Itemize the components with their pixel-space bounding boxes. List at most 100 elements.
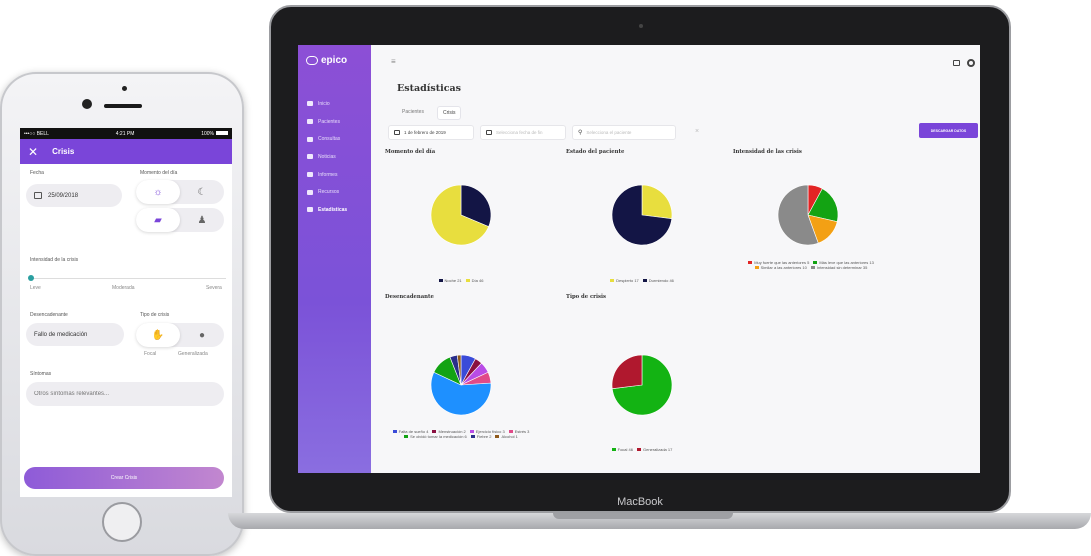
clear-filters-icon[interactable]: × (695, 128, 699, 135)
legend-swatch (495, 435, 500, 439)
sidebar: epico Inicio Pacientes Consultas Noticia… (298, 45, 371, 473)
search-icon: ⚲ (578, 130, 583, 136)
legend-swatch (810, 266, 815, 270)
legend-swatch (470, 435, 475, 439)
date-to-field[interactable]: Selecciona fecha de fin (480, 125, 566, 140)
logo: epico (306, 55, 347, 66)
legend-item[interactable]: Despierto 17 (610, 278, 639, 283)
pie-chart-tipo-de-crisis (611, 354, 673, 416)
laptop-screen: epico Inicio Pacientes Consultas Noticia… (298, 45, 980, 473)
legend-swatch (432, 430, 437, 434)
chart-legend: Despierto 17 Durmiendo 46 (557, 278, 727, 283)
tab-crisis[interactable]: Crisis (436, 106, 462, 120)
estado-sleep-awake-toggle[interactable]: ▰ ♟ (136, 208, 224, 232)
users-icon (307, 119, 313, 125)
legend-swatch (636, 448, 641, 452)
sidebar-item-inicio[interactable]: Inicio (307, 95, 347, 113)
close-icon[interactable]: ✕ (28, 145, 38, 159)
patient-search-field[interactable]: ⚲ Selecciona el paciente (572, 125, 676, 140)
sidebar-item-informes[interactable]: Informes (307, 166, 347, 184)
pie-slice-generalizada[interactable] (611, 354, 643, 390)
pie-chart-desencadenante (430, 354, 492, 416)
sidebar-item-consultas[interactable]: Consultas (307, 130, 347, 148)
generalized-icon[interactable]: ● (180, 323, 224, 347)
legend-swatch (748, 261, 753, 265)
brain-logo-icon (306, 56, 318, 65)
crear-crisis-button[interactable]: Crear Crisis (24, 467, 224, 489)
legend-item[interactable]: Noche 21 (438, 278, 462, 283)
sintomas-input[interactable] (26, 382, 224, 406)
legend-swatch (508, 430, 513, 434)
tipo-option-focal: Focal (144, 351, 157, 357)
sidebar-item-estadisticas[interactable]: Estadísticas (307, 201, 347, 219)
intensidad-level-high: Severa (206, 285, 222, 291)
smartphone: •••○○ BELL 4:21 PM 100% ✕ Crisis Fecha 2… (0, 72, 244, 556)
momento-day-night-toggle[interactable]: ☼ ☾ (136, 180, 224, 204)
legend-item[interactable]: Focal 46 (611, 447, 633, 452)
legend-swatch (611, 448, 616, 452)
speaker-grille (104, 104, 142, 108)
page-title: Estadísticas (397, 83, 462, 94)
legend-label: Noche 21 (444, 278, 462, 283)
legend-label: Focal 46 (617, 447, 633, 452)
legend-item[interactable]: Generalizada 17 (636, 447, 673, 452)
fecha-field[interactable]: 25/09/2018 (26, 184, 122, 207)
date-from-field[interactable]: 1 de febrero de 2019 (388, 125, 474, 140)
intensidad-slider[interactable] (28, 275, 226, 281)
intensidad-level-low: Leve (30, 285, 41, 291)
legend-item[interactable]: Día 46 (465, 278, 483, 283)
legend-swatch (438, 279, 443, 283)
messages-icon[interactable] (953, 60, 960, 66)
legend-item[interactable]: Similar a las anteriores 10 (754, 265, 807, 270)
legend-swatch (610, 279, 615, 283)
tab-pacientes[interactable]: Pacientes (397, 106, 429, 120)
slider-knob[interactable] (28, 275, 34, 281)
legend-item[interactable]: Alcohol 1 (495, 434, 518, 440)
legend-label: Fiebre 2 (476, 434, 492, 440)
legend-label: Generalizada 17 (642, 447, 673, 452)
account-icon[interactable] (967, 59, 975, 67)
tipo-option-generalizada: Generalizada (178, 351, 208, 357)
laptop-brand-label: MacBook (617, 496, 663, 508)
legend-swatch (465, 279, 470, 283)
chart-legend: Falta de sueño 4 Menstruación 2 Ejercicio … (376, 429, 546, 440)
legend-item[interactable]: Durmiendo 46 (642, 278, 674, 283)
battery-indicator: 100% (201, 131, 228, 137)
laptop-lid-notch (553, 513, 733, 519)
fecha-label: Fecha (30, 170, 44, 176)
sun-icon[interactable]: ☼ (136, 180, 180, 204)
chart-title-estado-del-paciente: Estado del paciente (566, 149, 625, 155)
desencadenante-label: Desencadenante (30, 312, 68, 318)
legend-item[interactable]: Intensidad sin determinar 35 (810, 265, 867, 270)
news-icon (307, 154, 313, 160)
momento-label: Momento del día (140, 170, 178, 176)
chart-legend: Focal 46 Generalizada 17 (557, 447, 727, 452)
legend-item[interactable]: Fiebre 2 (470, 434, 492, 440)
sidebar-item-recursos[interactable]: Recursos (307, 183, 347, 201)
legend-swatch (813, 261, 818, 265)
hamburger-menu-icon[interactable]: ≡ (391, 57, 396, 66)
download-data-button[interactable]: DESCARGAR DATOS (919, 123, 978, 138)
legend-swatch (404, 435, 409, 439)
sidebar-item-pacientes[interactable]: Pacientes (307, 113, 347, 131)
intensidad-label: Intensidad de la crisis (30, 257, 79, 263)
legend-label: Alcohol 1 (501, 434, 518, 440)
bed-icon[interactable]: ▰ (136, 208, 180, 232)
chat-icon (307, 136, 313, 142)
main-content: ≡ Estadísticas Pacientes Crisis 1 de feb… (371, 45, 980, 473)
sidebar-item-noticias[interactable]: Noticias (307, 148, 347, 166)
moon-icon[interactable]: ☾ (180, 180, 224, 204)
desencadenante-select[interactable]: Fallo de medicación (26, 323, 124, 346)
hand-icon[interactable]: ✋ (136, 323, 180, 347)
legend-swatch (469, 430, 474, 434)
legend-label: Despierto 17 (616, 278, 639, 283)
chart-title-momento-del-dia: Momento del día (385, 149, 436, 155)
calendar-icon (34, 192, 42, 199)
tipo-toggle[interactable]: ✋ ● (136, 323, 224, 347)
pie-slice-despierto[interactable] (641, 184, 673, 220)
sidebar-nav: Inicio Pacientes Consultas Noticias Info… (307, 95, 347, 219)
chart-title-intensidad-de-las-crisis: Intensidad de las crisis (733, 149, 802, 155)
legend-item[interactable]: Se olvidó tomar la medicación 6 (404, 434, 467, 439)
person-icon[interactable]: ♟ (180, 208, 224, 232)
battery-icon (216, 131, 228, 136)
